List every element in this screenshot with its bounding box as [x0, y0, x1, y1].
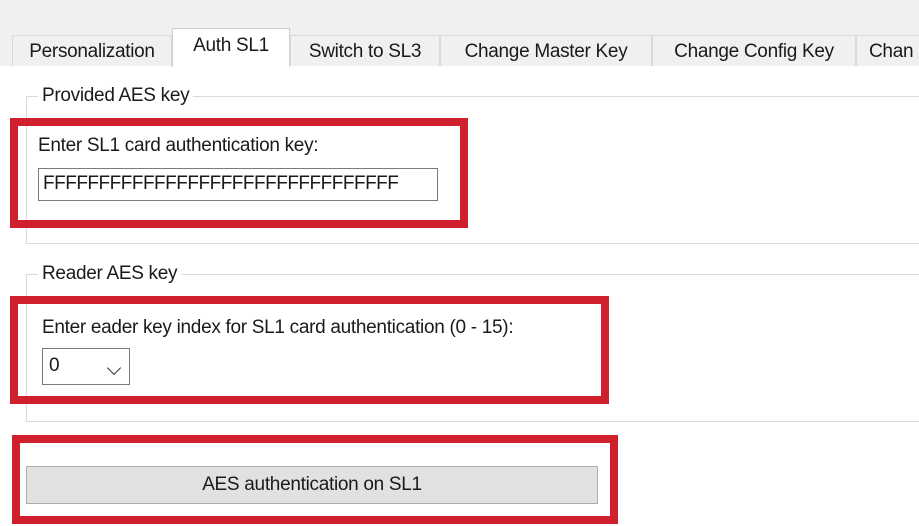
tab-switch-to-sl3[interactable]: Switch to SL3 [290, 35, 440, 66]
reader-aes-key-group [26, 274, 919, 422]
reader-key-index-value: 0 [49, 355, 60, 376]
chevron-down-icon[interactable] [106, 360, 122, 376]
aes-auth-sl1-button[interactable]: AES authentication on SL1 [26, 466, 598, 504]
tab-strip: Personalization Auth SL1 Switch to SL3 C… [0, 28, 919, 67]
tab-personalization[interactable]: Personalization [12, 35, 172, 66]
window-top-strip [0, 0, 919, 28]
tab-page-auth-sl1: Provided AES key Enter SL1 card authenti… [0, 66, 919, 526]
sl1-key-input[interactable]: FFFFFFFFFFFFFFFFFFFFFFFFFFFFFFFF [38, 168, 438, 201]
sl1-key-label: Enter SL1 card authentication key: [38, 135, 319, 156]
reader-key-index-label: Enter eader key index for SL1 card authe… [42, 317, 514, 338]
tab-change-truncated[interactable]: Chan [856, 35, 919, 66]
tab-auth-sl1[interactable]: Auth SL1 [172, 28, 290, 67]
reader-key-index-select[interactable]: 0 [42, 348, 130, 385]
reader-aes-key-title: Reader AES key [38, 262, 182, 286]
tab-change-master-key[interactable]: Change Master Key [440, 35, 652, 66]
tab-change-config-key[interactable]: Change Config Key [652, 35, 856, 66]
provided-aes-key-title: Provided AES key [38, 84, 194, 108]
